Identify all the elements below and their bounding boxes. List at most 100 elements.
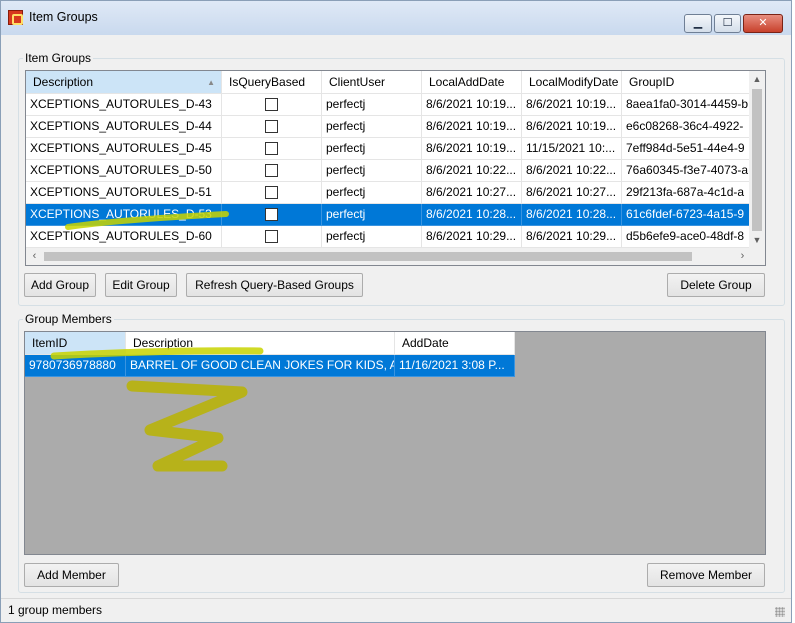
maximize-button[interactable]: ☐ [714,14,741,33]
local-add-date: 8/6/2021 10:19... [422,94,522,116]
group-id: d5b6efe9-ace0-48df-8 [622,226,751,248]
scroll-down-icon[interactable]: ▼ [749,232,765,249]
group-id: 7eff984d-5e51-44e4-9 [622,138,751,160]
group-description: XCEPTIONS_AUTORULES_D-43 [26,94,222,116]
column-header-description[interactable]: Description ▲ [26,71,222,94]
member-item-id: 9780736978880 [25,355,126,377]
group-row[interactable]: XCEPTIONS_AUTORULES_D-44 perfectj 8/6/2021… [26,116,751,138]
is-query-based-checkbox[interactable] [265,142,278,155]
app-icon [8,10,23,25]
scrollbar-corner [749,248,765,265]
sort-ascending-icon: ▲ [207,78,215,87]
group-row[interactable]: XCEPTIONS_AUTORULES_D-50 perfectj 8/6/2021… [26,160,751,182]
column-header-member-description[interactable]: Description [126,332,395,355]
local-modify-date: 8/6/2021 10:19... [522,94,622,116]
client-user: perfectj [322,94,422,116]
is-query-based-cell [222,138,322,160]
group-description: XCEPTIONS_AUTORULES_D-53 [26,204,222,226]
column-header-localadddate[interactable]: LocalAddDate [422,71,522,94]
member-description: BARREL OF GOOD CLEAN JOKES FOR KIDS, A [126,355,395,377]
group-description: XCEPTIONS_AUTORULES_D-45 [26,138,222,160]
status-text: 1 group members [8,603,103,617]
group-row[interactable]: XCEPTIONS_AUTORULES_D-43 perfectj 8/6/2021… [26,94,751,116]
column-header-adddate[interactable]: AddDate [395,332,515,355]
is-query-based-checkbox[interactable] [265,208,278,221]
scroll-left-icon[interactable]: ‹ [26,248,43,265]
local-modify-date: 8/6/2021 10:29... [522,226,622,248]
is-query-based-checkbox[interactable] [265,120,278,133]
group-id: 8aea1fa0-3014-4459-b [622,94,751,116]
local-modify-date: 8/6/2021 10:19... [522,116,622,138]
local-modify-date: 8/6/2021 10:27... [522,182,622,204]
group-row[interactable]: XCEPTIONS_AUTORULES_D-60 perfectj 8/6/2021… [26,226,751,248]
client-user: perfectj [322,138,422,160]
group-members-legend: Group Members [23,312,114,326]
is-query-based-cell [222,204,322,226]
status-bar: 1 group members [1,598,791,622]
remove-member-button[interactable]: Remove Member [647,563,765,587]
client-user: perfectj [322,204,422,226]
group-description: XCEPTIONS_AUTORULES_D-51 [26,182,222,204]
group-description: XCEPTIONS_AUTORULES_D-60 [26,226,222,248]
local-add-date: 8/6/2021 10:19... [422,116,522,138]
is-query-based-checkbox[interactable] [265,164,278,177]
close-button[interactable]: ✕ [743,14,783,33]
client-user: perfectj [322,226,422,248]
local-add-date: 8/6/2021 10:27... [422,182,522,204]
is-query-based-checkbox[interactable] [265,230,278,243]
scroll-up-icon[interactable]: ▲ [749,71,765,88]
delete-group-button[interactable]: Delete Group [667,273,765,297]
column-header-groupid[interactable]: GroupID [622,71,751,94]
column-header-itemid[interactable]: ItemID [25,332,126,355]
is-query-based-checkbox[interactable] [265,98,278,111]
local-add-date: 8/6/2021 10:29... [422,226,522,248]
item-groups-window: Item Groups ▁ ☐ ✕ Item Groups Descriptio… [0,0,792,623]
group-row[interactable]: XCEPTIONS_AUTORULES_D-51 perfectj 8/6/2021… [26,182,751,204]
group-members-grid[interactable]: ItemID Description AddDate 9780736978880… [24,331,766,555]
column-header-localmodifydate[interactable]: LocalModifyDate [522,71,622,94]
client-user: perfectj [322,182,422,204]
is-query-based-cell [222,182,322,204]
group-row[interactable]: XCEPTIONS_AUTORULES_D-53 perfectj 8/6/2021… [26,204,751,226]
local-add-date: 8/6/2021 10:22... [422,160,522,182]
resize-grip-icon[interactable] [775,607,785,617]
refresh-query-based-groups-button[interactable]: Refresh Query-Based Groups [186,273,363,297]
title-bar[interactable]: Item Groups ▁ ☐ ✕ [1,1,791,35]
item-groups-horizontal-scrollbar[interactable]: ‹ › [26,248,751,265]
member-row[interactable]: 9780736978880 BARREL OF GOOD CLEAN JOKES… [25,355,515,377]
local-modify-date: 11/15/2021 10:... [522,138,622,160]
minimize-button[interactable]: ▁ [684,14,712,33]
group-description: XCEPTIONS_AUTORULES_D-50 [26,160,222,182]
group-row[interactable]: XCEPTIONS_AUTORULES_D-45 perfectj 8/6/2021… [26,138,751,160]
group-id: e6c08268-36c4-4922- [622,116,751,138]
item-groups-legend: Item Groups [23,51,94,65]
local-modify-date: 8/6/2021 10:28... [522,204,622,226]
local-add-date: 8/6/2021 10:28... [422,204,522,226]
column-header-clientuser[interactable]: ClientUser [322,71,422,94]
add-member-button[interactable]: Add Member [24,563,119,587]
is-query-based-cell [222,94,322,116]
horizontal-scroll-thumb[interactable] [44,252,692,261]
maximize-icon: ☐ [722,17,733,29]
close-icon: ✕ [758,17,768,29]
is-query-based-cell [222,160,322,182]
local-add-date: 8/6/2021 10:19... [422,138,522,160]
is-query-based-cell [222,116,322,138]
group-id: 61c6fdef-6723-4a15-9 [622,204,751,226]
group-id: 76a60345-f3e7-4073-a [622,160,751,182]
add-group-button[interactable]: Add Group [24,273,96,297]
is-query-based-checkbox[interactable] [265,186,278,199]
client-user: perfectj [322,116,422,138]
item-groups-vertical-scrollbar[interactable]: ▲ ▼ [749,71,765,249]
local-modify-date: 8/6/2021 10:22... [522,160,622,182]
group-description: XCEPTIONS_AUTORULES_D-44 [26,116,222,138]
member-add-date: 11/16/2021 3:08 P... [395,355,515,377]
edit-group-button[interactable]: Edit Group [105,273,177,297]
client-user: perfectj [322,160,422,182]
group-id: 29f213fa-687a-4c1d-a [622,182,751,204]
item-groups-grid[interactable]: Description ▲ IsQueryBased ClientUser Lo… [25,70,766,266]
minimize-icon: ▁ [693,17,703,29]
vertical-scroll-thumb[interactable] [752,89,762,231]
is-query-based-cell [222,226,322,248]
column-header-isquerybased[interactable]: IsQueryBased [222,71,322,94]
